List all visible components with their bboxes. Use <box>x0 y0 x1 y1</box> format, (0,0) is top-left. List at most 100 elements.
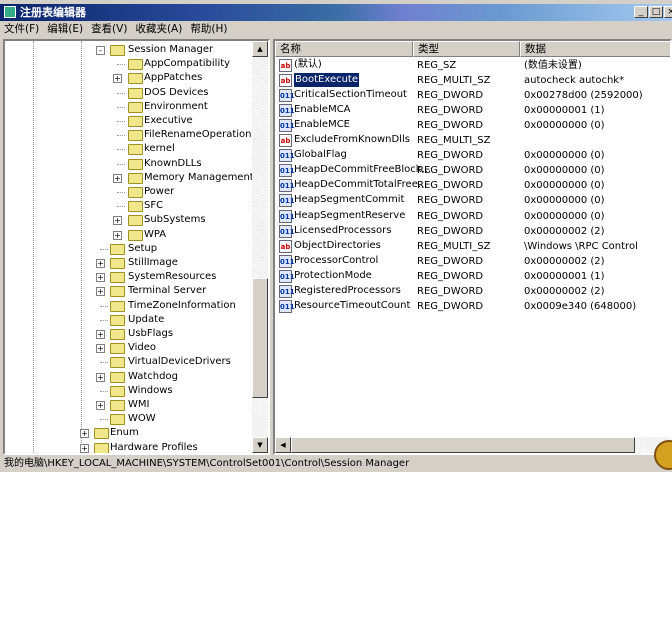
menu-view[interactable]: 查看(V) <box>87 22 131 37</box>
tree-item[interactable]: VirtualDeviceDrivers <box>5 355 255 369</box>
tree-item-label: Terminal Server <box>128 285 207 297</box>
tree-item[interactable]: + Enum <box>5 426 255 440</box>
tree-item[interactable]: AppCompatibility <box>5 57 255 71</box>
menu-edit[interactable]: 编辑(E) <box>43 22 87 37</box>
tree-item[interactable]: FileRenameOperations <box>5 128 257 142</box>
expand-icon[interactable]: + <box>96 259 105 268</box>
value-row[interactable]: 011 ProcessorControl REG_DWORD 0x00000002 (… <box>275 254 670 269</box>
title-bar[interactable]: 注册表编辑器 <box>0 4 672 21</box>
tree-item[interactable]: + Video <box>5 341 255 355</box>
folder-icon <box>110 414 125 426</box>
tree-item[interactable]: TimeZoneInformation <box>5 299 255 313</box>
tree-item[interactable]: + Memory Management <box>5 171 255 185</box>
tree-item[interactable]: Windows <box>5 384 255 398</box>
value-type: REG_DWORD <box>417 180 484 192</box>
tree-item[interactable]: + StillImage <box>5 256 255 270</box>
tree-item[interactable]: SFC <box>5 199 255 213</box>
tree-item[interactable]: - Session Manager <box>5 43 255 57</box>
folder-icon <box>110 400 125 411</box>
value-row[interactable]: 011 LicensedProcessors REG_DWORD 0x00000002… <box>275 224 670 239</box>
value-row[interactable]: 011 HeapSegmentCommit REG_DWORD 0x00000000 … <box>275 193 670 208</box>
menu-help[interactable]: 帮助(H) <box>186 22 231 37</box>
value-data: 0x00000000 (0) <box>524 150 605 162</box>
expand-icon[interactable]: + <box>96 344 105 354</box>
value-row[interactable]: 011 EnableMCA REG_DWORD 0x00000001 (1) <box>275 103 670 118</box>
value-row[interactable]: ab ObjectDirectories REG_MULTI_SZ \Windows … <box>275 239 670 254</box>
column-header-type[interactable]: 类型 <box>413 41 520 57</box>
expand-icon[interactable]: + <box>80 429 89 439</box>
folder-icon <box>128 144 143 156</box>
tree-item[interactable]: DOS Devices <box>5 86 255 100</box>
menu-favorites[interactable]: 收藏夹(A) <box>131 22 186 37</box>
value-row[interactable]: 011 CriticalSectionTimeout REG_DWORD 0x0027… <box>275 88 670 103</box>
dword-value-icon: 011 <box>279 149 295 163</box>
value-row[interactable]: 011 EnableMCE REG_DWORD 0x00000000 (0) <box>275 118 670 133</box>
value-row[interactable]: 011 ResourceTimeoutCount REG_DWORD 0x0009e3… <box>275 299 670 314</box>
tree-item[interactable]: Power <box>5 185 255 199</box>
tree-line <box>117 163 125 165</box>
value-type: REG_DWORD <box>417 165 484 177</box>
value-row[interactable]: 011 ProtectionMode REG_DWORD 0x00000001 (1) <box>275 269 670 284</box>
tree-item[interactable]: KnownDLLs <box>5 157 255 171</box>
tree-item[interactable]: WOW <box>5 412 255 426</box>
expand-icon[interactable]: + <box>96 273 105 283</box>
tree-item[interactable]: kernel <box>5 142 255 156</box>
scroll-left-button[interactable]: ◀ <box>275 437 291 453</box>
maximize-button[interactable]: □ <box>649 6 663 18</box>
value-name: HeapDeCommitFreeBlock... <box>294 164 432 176</box>
tree-item[interactable]: + AppPatches <box>5 71 255 85</box>
tree-item[interactable]: + Terminal Server <box>5 284 255 298</box>
column-header-data[interactable]: 数据 <box>520 41 670 57</box>
expand-icon[interactable]: + <box>113 173 122 183</box>
tree-item[interactable]: + SubSystems <box>5 213 255 227</box>
value-row[interactable]: ab BootExecute REG_MULTI_SZ autocheck autoc… <box>275 73 670 88</box>
tree-item[interactable]: Setup <box>5 242 255 256</box>
collapse-icon[interactable]: - <box>96 46 105 55</box>
tree-item[interactable]: + Watchdog <box>5 370 255 384</box>
folder-icon <box>110 371 125 383</box>
scroll-up-button[interactable]: ▲ <box>252 41 268 57</box>
expand-icon[interactable]: + <box>80 443 89 453</box>
expand-icon[interactable]: + <box>113 216 122 226</box>
value-data: 0x00000000 (0) <box>524 210 605 222</box>
folder-icon <box>94 442 109 453</box>
expand-icon[interactable]: + <box>96 401 105 410</box>
folder-icon <box>128 215 143 227</box>
value-row[interactable]: 011 HeapSegmentReserve REG_DWORD 0x00000000… <box>275 209 670 224</box>
expand-icon[interactable]: + <box>96 372 105 382</box>
tree-line <box>117 121 125 122</box>
tree-item[interactable]: + UsbFlags <box>5 327 255 341</box>
scroll-thumb[interactable] <box>252 278 268 398</box>
tree-item[interactable]: + WMI <box>5 398 255 412</box>
column-header-name[interactable]: 名称 <box>275 41 413 57</box>
value-row[interactable]: ab (默认) REG_SZ (数值未设置) <box>275 58 670 73</box>
tree-item[interactable]: Update <box>5 313 255 327</box>
close-button[interactable]: × <box>664 6 672 18</box>
scroll-down-button[interactable]: ▼ <box>252 437 268 453</box>
tree-item[interactable]: Executive <box>5 114 255 128</box>
value-type: REG_DWORD <box>417 270 484 282</box>
tree-item[interactable]: + Hardware Profiles <box>5 441 255 453</box>
list-horizontal-scrollbar[interactable]: ◀ <box>275 437 670 453</box>
expand-icon[interactable]: + <box>96 330 105 339</box>
tree-item-label: Update <box>128 313 165 325</box>
value-row[interactable]: 011 GlobalFlag REG_DWORD 0x00000000 (0) <box>275 148 670 163</box>
expand-icon[interactable]: + <box>113 230 122 240</box>
scroll-thumb[interactable] <box>291 437 635 453</box>
value-row[interactable]: ab ExcludeFromKnownDlls REG_MULTI_SZ <box>275 133 670 148</box>
minimize-button[interactable]: _ <box>634 6 648 18</box>
value-type: REG_MULTI_SZ <box>417 240 491 252</box>
expand-icon[interactable]: + <box>96 287 105 297</box>
value-data: 0x00278d00 (2592000) <box>524 90 643 102</box>
value-row[interactable]: 011 HeapDeCommitFreeBlock... REG_DWORD 0x00… <box>275 163 670 178</box>
tree-item[interactable]: + SystemResources <box>5 270 255 284</box>
expand-icon[interactable]: + <box>113 74 122 84</box>
value-data: 0x0009e340 (648000) <box>524 300 637 312</box>
value-row[interactable]: 011 RegisteredProcessors REG_DWORD 0x000000… <box>275 284 670 299</box>
value-row[interactable]: 011 HeapDeCommitTotalFree... REG_DWORD 0x00… <box>275 178 670 193</box>
menu-file[interactable]: 文件(F) <box>0 22 43 37</box>
tree-item[interactable]: + WPA <box>5 228 255 242</box>
tree-vertical-scrollbar[interactable]: ▲ ▼ <box>252 41 268 453</box>
tree-item-label: FileRenameOperations <box>144 129 257 141</box>
tree-item[interactable]: Environment <box>5 100 255 114</box>
